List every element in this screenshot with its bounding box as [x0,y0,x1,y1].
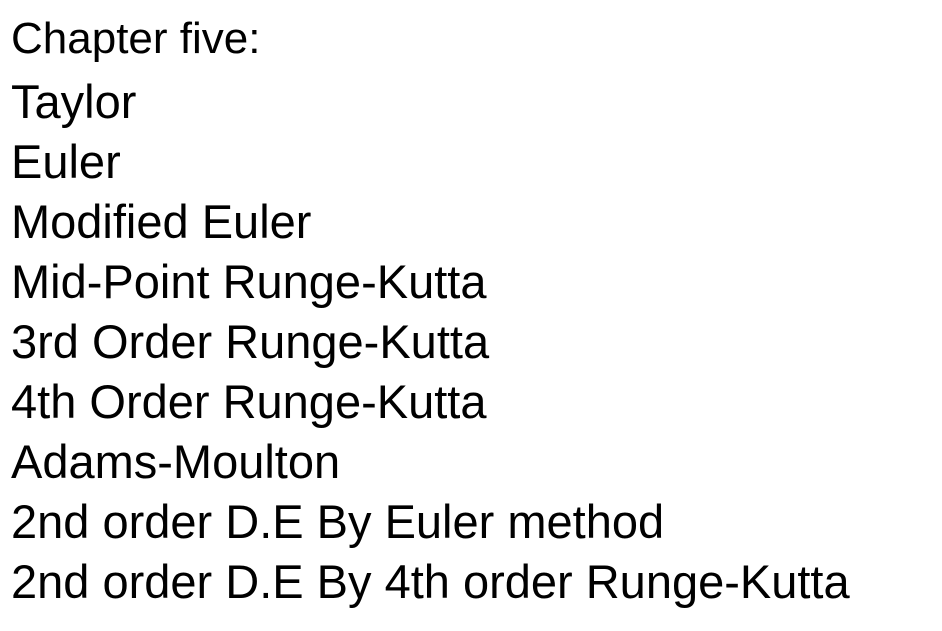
list-item-4th-order-runge-kutta: 4th Order Runge-Kutta [11,375,487,428]
list-item-2nd-order-de-rk4: 2nd order D.E By 4th order Runge-Kutta [11,555,850,608]
method-list: Taylor Euler Modified Euler Mid-Point Ru… [11,72,850,612]
list-item-3rd-order-runge-kutta: 3rd Order Runge-Kutta [11,315,490,368]
chapter-heading: Chapter five: [11,14,261,63]
list-item-modified-euler: Modified Euler [11,195,312,248]
document: Chapter five: Taylor Euler Modified Eule… [11,12,850,612]
list-item-taylor: Taylor [11,75,137,128]
list-item-mid-point-runge-kutta: Mid-Point Runge-Kutta [11,255,487,308]
list-item-euler: Euler [11,135,121,188]
list-item-adams-moulton: Adams-Moulton [11,435,341,488]
list-item-2nd-order-de-euler: 2nd order D.E By Euler method [11,495,665,548]
